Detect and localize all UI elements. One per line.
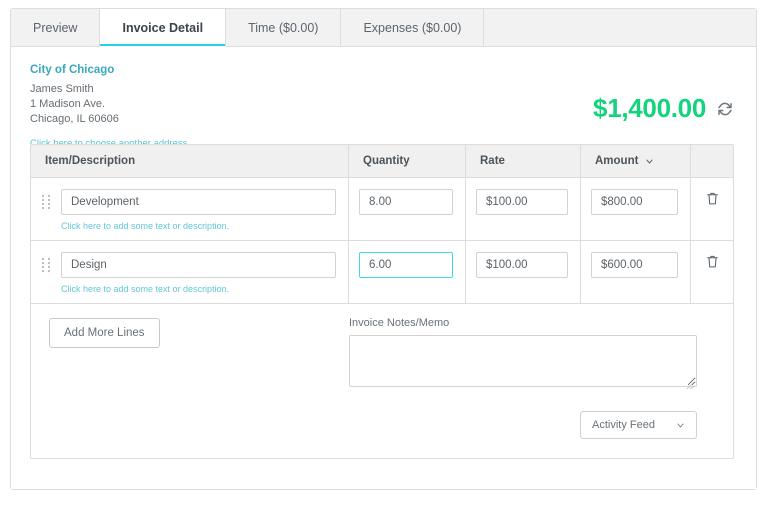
invoice-total-group: $1,400.00	[593, 93, 734, 124]
column-header-actions	[691, 145, 733, 177]
table-footer-row: Add More Lines Invoice Notes/Memo Activi…	[31, 304, 733, 458]
item-description-input[interactable]	[61, 189, 336, 215]
tab-preview-label: Preview	[33, 20, 78, 35]
invoice-total-amount: $1,400.00	[593, 93, 706, 123]
invoice-notes-area	[349, 335, 697, 392]
column-header-description: Item/Description	[31, 145, 349, 177]
drag-handle-icon[interactable]	[41, 257, 53, 273]
add-description-link[interactable]: Click here to add some text or descripti…	[61, 284, 336, 294]
address-company: City of Chicago	[30, 64, 115, 76]
item-amount-input[interactable]	[591, 252, 678, 278]
drag-handle-icon[interactable]	[41, 194, 53, 210]
tab-expenses[interactable]: Expenses ($0.00)	[341, 9, 485, 46]
item-quantity-input[interactable]	[359, 252, 453, 278]
table-footer-right: Invoice Notes/Memo Activity Feed	[349, 304, 733, 458]
address-city-state-zip: Chicago, IL 60606	[30, 113, 119, 126]
column-header-quantity: Quantity	[349, 145, 466, 177]
item-amount-input[interactable]	[591, 189, 678, 215]
tab-strip-filler	[484, 9, 756, 46]
activity-feed-label: Activity Feed	[592, 419, 655, 431]
row-rate-cell	[466, 241, 581, 303]
tab-time[interactable]: Time ($0.00)	[226, 9, 342, 46]
row-actions-cell	[691, 178, 733, 240]
column-header-rate: Rate	[466, 145, 581, 177]
add-description-link[interactable]: Click here to add some text or descripti…	[61, 221, 336, 231]
line-items-table: Item/Description Quantity Rate Amount De…	[30, 144, 734, 459]
address-name: James Smith	[30, 82, 94, 95]
invoice-card: Preview Invoice Detail Time ($0.00) Expe…	[10, 8, 757, 490]
delete-row-icon[interactable]	[706, 191, 719, 206]
item-description-input[interactable]	[61, 252, 336, 278]
table-row: Click here to add some text or descripti…	[31, 241, 733, 304]
address-street: 1 Madison Ave.	[30, 98, 106, 111]
row-description-top	[41, 252, 336, 278]
refresh-icon[interactable]	[716, 100, 734, 118]
billing-address-block: City of Chicago James Smith 1 Madison Av…	[30, 63, 190, 150]
delete-row-icon[interactable]	[706, 254, 719, 269]
tab-strip: Preview Invoice Detail Time ($0.00) Expe…	[11, 9, 756, 47]
row-quantity-cell	[349, 241, 466, 303]
row-amount-cell	[581, 241, 691, 303]
table-footer-left: Add More Lines	[31, 304, 349, 458]
row-description-cell: Click here to add some text or descripti…	[31, 178, 349, 240]
chevron-down-icon	[646, 159, 654, 163]
tab-expenses-label: Expenses ($0.00)	[363, 20, 462, 35]
row-rate-cell	[466, 178, 581, 240]
table-header-row: Item/Description Quantity Rate Amount	[31, 145, 733, 178]
tab-time-label: Time ($0.00)	[248, 20, 319, 35]
column-header-amount-label: Amount	[595, 155, 639, 167]
row-quantity-cell	[349, 178, 466, 240]
invoice-detail-page: Preview Invoice Detail Time ($0.00) Expe…	[0, 0, 768, 507]
row-actions-cell	[691, 241, 733, 303]
item-rate-input[interactable]	[476, 252, 568, 278]
invoice-notes-label: Invoice Notes/Memo	[349, 317, 450, 329]
activity-feed-wrap: Activity Feed	[349, 411, 697, 439]
table-row: Click here to add some text or descripti…	[31, 178, 733, 241]
activity-feed-dropdown[interactable]: Activity Feed	[580, 411, 697, 439]
tab-preview[interactable]: Preview	[11, 9, 101, 46]
item-quantity-input[interactable]	[359, 189, 453, 215]
tab-invoice-detail-label: Invoice Detail	[122, 20, 204, 35]
row-description-top	[41, 189, 336, 215]
add-more-lines-button[interactable]: Add More Lines	[49, 318, 160, 348]
column-header-rate-label: Rate	[480, 155, 505, 167]
column-header-quantity-label: Quantity	[363, 155, 410, 167]
column-header-amount[interactable]: Amount	[581, 145, 691, 177]
item-rate-input[interactable]	[476, 189, 568, 215]
row-description-cell: Click here to add some text or descripti…	[31, 241, 349, 303]
column-header-description-label: Item/Description	[45, 155, 136, 167]
invoice-body: City of Chicago James Smith 1 Madison Av…	[11, 47, 756, 489]
invoice-notes-textarea[interactable]	[349, 335, 697, 387]
row-amount-cell	[581, 178, 691, 240]
tab-invoice-detail[interactable]: Invoice Detail	[100, 9, 227, 47]
chevron-down-icon	[677, 423, 684, 427]
